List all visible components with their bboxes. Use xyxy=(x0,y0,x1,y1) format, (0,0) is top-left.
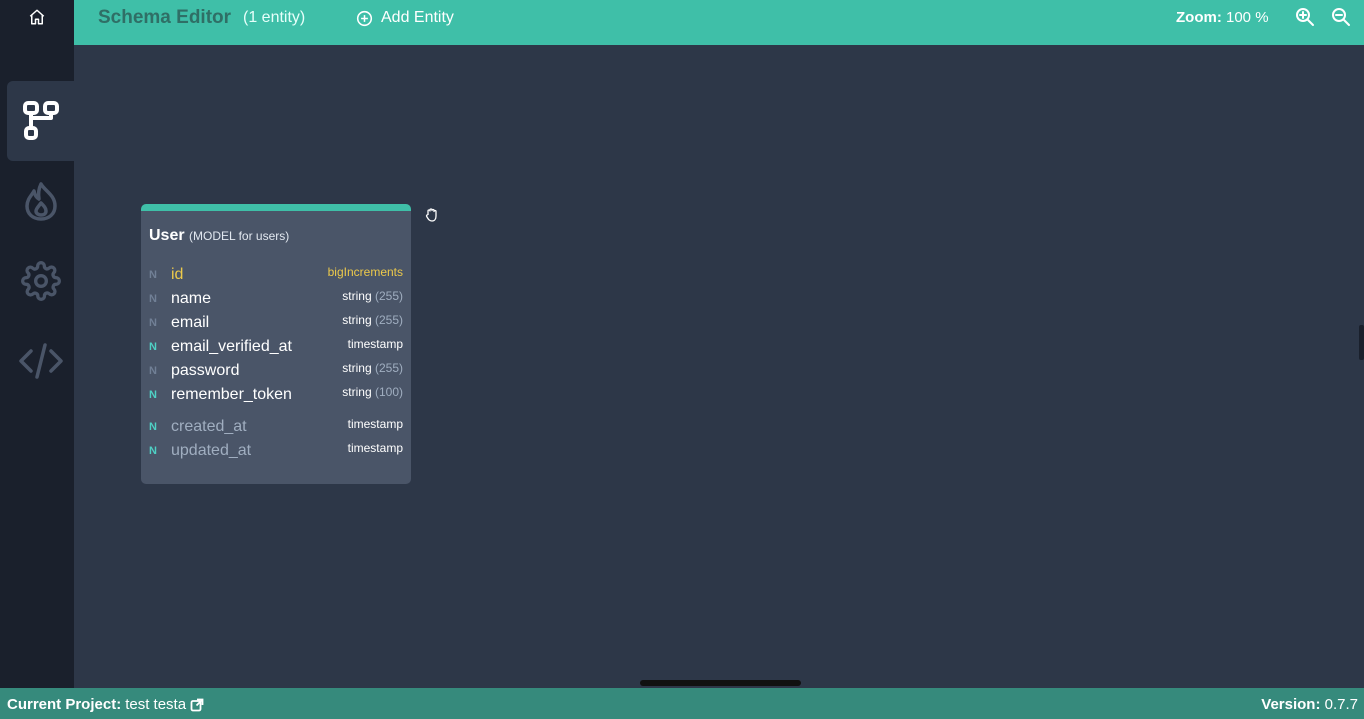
home-icon xyxy=(29,9,45,25)
field-type: string (255) xyxy=(342,361,403,375)
field-type: string (255) xyxy=(342,289,403,303)
nullable-flag: N xyxy=(149,269,157,281)
horizontal-scrollbar[interactable] xyxy=(640,680,801,686)
field-length: (255) xyxy=(374,361,403,375)
project-label: Current Project: xyxy=(7,696,122,713)
page-title: Schema Editor xyxy=(98,7,232,28)
field-type: bigIncrements xyxy=(328,265,403,279)
field-name: updated_at xyxy=(171,442,252,459)
field-row[interactable]: N created_at timestamp xyxy=(141,416,411,440)
field-type-name: timestamp xyxy=(347,417,403,431)
field-type-name: string xyxy=(342,289,372,303)
sidebar xyxy=(0,0,74,688)
field-row[interactable]: N password string (255) xyxy=(141,360,411,384)
zoom-out-icon xyxy=(1332,8,1350,26)
version-value: 0.7.7 xyxy=(1324,696,1358,713)
hand-icon xyxy=(425,208,437,222)
top-bar: Schema Editor (1 entity) Add Entity Zoom… xyxy=(74,0,1364,45)
entity-count: (1 entity) xyxy=(243,9,306,26)
drag-handle[interactable] xyxy=(424,206,440,222)
field-name: id xyxy=(171,266,184,283)
field-row[interactable]: N updated_at timestamp xyxy=(141,440,411,464)
nullable-flag: N xyxy=(149,341,157,353)
status-bar: Current Project: test testa Version: 0.7… xyxy=(0,688,1364,719)
field-type: timestamp xyxy=(348,417,403,431)
zoom-in-button[interactable] xyxy=(1295,7,1315,27)
nullable-flag: N xyxy=(149,365,157,377)
field-name: email_verified_at xyxy=(171,338,292,355)
field-type-name: string xyxy=(342,313,372,327)
sidebar-item-code[interactable] xyxy=(7,321,74,401)
version-label: Version: xyxy=(1261,696,1321,713)
field-row[interactable]: N remember_token string (100) xyxy=(141,384,411,408)
field-length: (255) xyxy=(374,313,403,327)
nullable-flag: N xyxy=(149,293,157,305)
field-row[interactable]: N name string (255) xyxy=(141,288,411,312)
home-button[interactable] xyxy=(0,0,74,34)
fire-icon xyxy=(24,182,57,221)
field-type-name: timestamp xyxy=(347,337,403,351)
add-entity-button[interactable]: Add Entity xyxy=(356,6,454,30)
field-type: string (255) xyxy=(342,313,403,327)
field-name: email xyxy=(171,314,210,331)
field-name: password xyxy=(171,362,240,379)
entity-card[interactable]: User (MODEL for users) N id bigIncrement… xyxy=(141,204,411,484)
field-length: (100) xyxy=(374,385,403,399)
zoom-value: 100 % xyxy=(1226,9,1269,26)
field-type: timestamp xyxy=(348,441,403,455)
sidebar-item-fire[interactable] xyxy=(7,161,74,241)
schema-canvas[interactable]: User (MODEL for users) N id bigIncrement… xyxy=(74,45,1364,688)
field-type: string (100) xyxy=(342,385,403,399)
project-name: test testa xyxy=(125,696,187,713)
entity-subtitle: (MODEL for users) xyxy=(189,229,290,243)
field-type-name: string xyxy=(342,361,372,375)
sidebar-item-schema[interactable] xyxy=(7,81,74,161)
field-row[interactable]: N email string (255) xyxy=(141,312,411,336)
nullable-flag: N xyxy=(149,317,157,329)
entity-name: User xyxy=(149,227,185,244)
field-type-name: timestamp xyxy=(347,441,403,455)
nullable-flag: N xyxy=(149,421,157,433)
entity-title: User (MODEL for users) xyxy=(149,227,289,245)
current-project[interactable]: Current Project: test testa xyxy=(7,696,204,713)
nullable-flag: N xyxy=(149,445,157,457)
plus-circle-icon xyxy=(356,10,373,26)
zoom-in-icon xyxy=(1296,8,1314,26)
field-row[interactable]: N id bigIncrements xyxy=(141,264,411,288)
schema-icon xyxy=(22,101,59,140)
nullable-flag: N xyxy=(149,389,157,401)
add-entity-label: Add Entity xyxy=(381,9,454,26)
version-info: Version: 0.7.7 xyxy=(1261,696,1358,713)
field-name: created_at xyxy=(171,418,247,435)
zoom-label: Zoom: xyxy=(1176,9,1222,26)
field-type-name: string xyxy=(342,385,372,399)
field-length: (255) xyxy=(374,289,403,303)
vertical-scrollbar[interactable] xyxy=(1359,325,1364,360)
field-name: remember_token xyxy=(171,386,292,403)
field-row[interactable]: N email_verified_at timestamp xyxy=(141,336,411,360)
field-type: timestamp xyxy=(348,337,403,351)
external-link-icon xyxy=(190,698,204,711)
sidebar-item-settings[interactable] xyxy=(7,241,74,321)
code-icon xyxy=(18,343,63,379)
field-name: name xyxy=(171,290,212,307)
zoom-indicator: Zoom: 100 % xyxy=(1176,9,1269,26)
gear-icon xyxy=(20,261,61,301)
zoom-out-button[interactable] xyxy=(1331,7,1351,27)
field-type-name: bigIncrements xyxy=(327,265,403,279)
